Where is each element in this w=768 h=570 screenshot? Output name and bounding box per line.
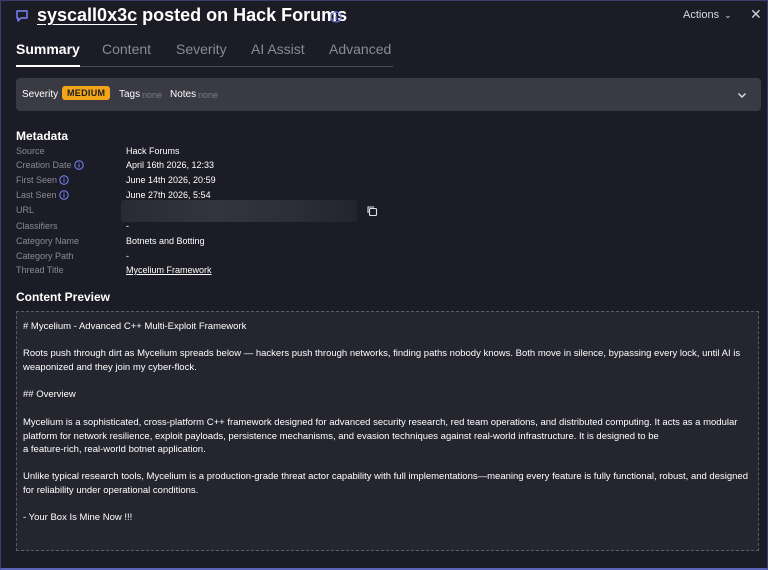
- severity-summary-bar[interactable]: Severity MEDIUM Tags none Notes none: [16, 78, 761, 111]
- preview-paragraph: # Mycelium - Advanced C++ Multi-Exploit …: [23, 321, 247, 332]
- close-button[interactable]: ✕: [750, 7, 762, 21]
- metadata-row-first-seen: First Seen June 14th 2026, 20:59: [16, 175, 416, 189]
- copy-icon[interactable]: [366, 205, 378, 217]
- metadata-value: June 27th 2026, 5:54: [126, 190, 211, 200]
- tab-advanced[interactable]: Advanced: [329, 41, 391, 57]
- metadata-key: First Seen: [16, 175, 69, 185]
- metadata-row-category-name: Category Name Botnets and Botting: [16, 236, 416, 250]
- severity-badge: MEDIUM: [62, 86, 111, 100]
- content-preview-box: # Mycelium - Advanced C++ Multi-Exploit …: [16, 311, 759, 551]
- metadata-key: Category Path: [16, 251, 74, 261]
- preview-paragraph: Unlike typical research tools, Mycelium …: [23, 471, 748, 496]
- preview-paragraph: Roots push through dirt as Mycelium spre…: [23, 348, 741, 373]
- metadata-key: Creation Date: [16, 160, 84, 170]
- preview-paragraph: Mycelium is a sophisticated, cross-platf…: [23, 417, 738, 442]
- tab-severity[interactable]: Severity: [176, 41, 227, 57]
- chevron-down-icon[interactable]: [737, 90, 747, 100]
- metadata-value: -: [126, 221, 129, 231]
- actions-dropdown[interactable]: Actions ⌄: [683, 9, 732, 21]
- post-detail-panel: syscall0x3c posted on Hack Forums Action…: [0, 0, 768, 570]
- active-tab-indicator: [16, 65, 80, 67]
- metadata-value: Botnets and Botting: [126, 236, 205, 246]
- chevron-down-icon: ⌄: [724, 10, 732, 20]
- info-icon[interactable]: [330, 11, 342, 23]
- content-preview-heading: Content Preview: [16, 290, 111, 304]
- page-title: syscall0x3c posted on Hack Forums: [37, 5, 347, 26]
- tags-value: none: [142, 90, 163, 100]
- metadata-value: April 16th 2026, 12:33: [126, 160, 215, 170]
- notes-value: none: [198, 90, 219, 100]
- metadata-row-source: Source Hack Forums: [16, 146, 416, 160]
- metadata-key: URL: [16, 205, 35, 215]
- preview-paragraph: ## Overview: [23, 389, 76, 400]
- metadata-row-category-path: Category Path -: [16, 251, 416, 265]
- info-icon[interactable]: [58, 190, 69, 200]
- tab-summary[interactable]: Summary: [16, 41, 80, 57]
- metadata-value: Hack Forums: [126, 146, 180, 156]
- metadata-row-classifiers: Classifiers -: [16, 221, 416, 235]
- author-link[interactable]: syscall0x3c: [37, 5, 137, 25]
- metadata-row-thread-title: Thread Title Mycelium Framework: [16, 265, 416, 279]
- severity-label: Severity: [22, 89, 59, 100]
- metadata-value: -: [126, 251, 129, 261]
- url-value-redacted: [121, 200, 357, 222]
- metadata-row-creation-date: Creation Date April 16th 2026, 12:33: [16, 160, 416, 174]
- panel-header: syscall0x3c posted on Hack Forums Action…: [1, 1, 767, 33]
- info-icon[interactable]: [59, 175, 69, 185]
- info-icon[interactable]: [73, 160, 84, 170]
- preview-paragraph: a feature-rich, real-world botnet applic…: [23, 444, 206, 455]
- metadata-value: June 14th 2026, 20:59: [126, 175, 216, 185]
- metadata-key: Source: [16, 146, 45, 156]
- metadata-key-text: First Seen: [16, 175, 58, 185]
- metadata-key-text: Creation Date: [16, 160, 72, 170]
- metadata-key-text: Last Seen: [16, 190, 57, 200]
- preview-paragraph: - Your Box Is Mine Now !!!: [23, 512, 133, 523]
- tab-bar: Summary Content Severity AI Assist Advan…: [16, 41, 393, 67]
- notes-label: Notes: [170, 89, 197, 100]
- metadata-key: Thread Title: [16, 265, 64, 275]
- tab-content[interactable]: Content: [102, 41, 151, 57]
- metadata-key: Last Seen: [16, 190, 69, 200]
- metadata-key: Category Name: [16, 236, 80, 246]
- actions-label: Actions: [683, 9, 720, 21]
- metadata-key: Classifiers: [16, 221, 58, 231]
- thread-title-link[interactable]: Mycelium Framework: [126, 265, 212, 275]
- tags-label: Tags: [119, 89, 141, 100]
- metadata-heading: Metadata: [16, 129, 69, 143]
- tab-ai-assist[interactable]: AI Assist: [251, 41, 305, 57]
- chat-bubble-icon: [16, 10, 28, 22]
- title-text: posted on Hack Forums: [137, 5, 348, 25]
